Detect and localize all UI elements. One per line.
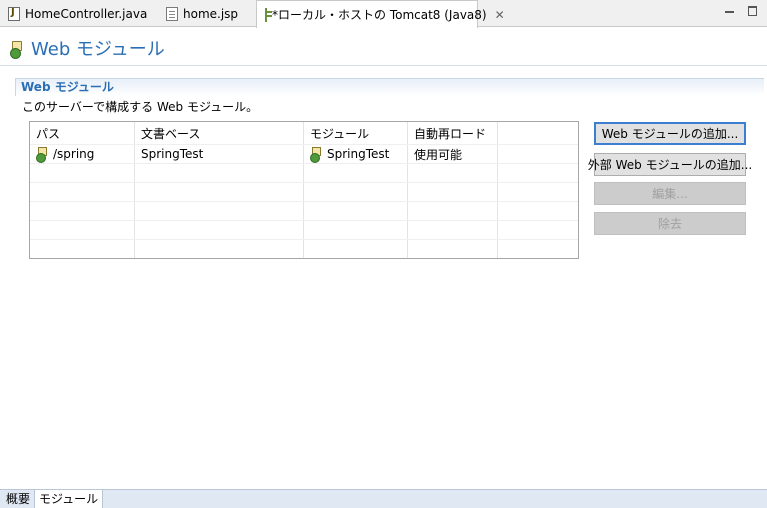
column-header-doc-base[interactable]: 文書ベース (135, 122, 304, 144)
web-module-icon (36, 147, 48, 163)
window-controls (725, 6, 757, 16)
editor-title: Web モジュール (31, 39, 165, 60)
tab-label: *ローカル・ホストの Tomcat8 (Java8) (272, 8, 487, 22)
cell-doc-base: SpringTest (135, 145, 304, 163)
tab-home-controller[interactable]: HomeController.java (0, 0, 153, 27)
table-row-empty (30, 182, 578, 201)
table-row[interactable]: /spring SpringTest SpringTest 使用可能 (30, 144, 578, 163)
jsp-file-icon (166, 6, 178, 21)
table-row-empty (30, 239, 578, 258)
java-file-icon (8, 6, 20, 21)
table-header: パス 文書ベース モジュール 自動再ロード (30, 122, 578, 144)
minimize-icon[interactable] (725, 6, 734, 15)
table-row-empty (30, 163, 578, 182)
tab-label: HomeController.java (25, 6, 148, 21)
web-module-icon (10, 41, 23, 59)
cell-filler (498, 145, 578, 163)
module-value: SpringTest (327, 147, 390, 161)
tab-home-jsp[interactable]: home.jsp (158, 0, 244, 27)
section-description: このサーバーで構成する Web モジュール。 (22, 100, 259, 114)
add-external-web-module-button[interactable]: 外部 Web モジュールの追加... (588, 153, 752, 176)
maximize-icon[interactable] (748, 6, 757, 16)
editor-page-tabs: 概要 モジュール (0, 489, 767, 508)
cell-auto-reload: 使用可能 (408, 145, 498, 163)
section-header[interactable]: Web モジュール (15, 78, 764, 96)
table-row-empty (30, 220, 578, 239)
cell-path: /spring (30, 145, 135, 163)
editor-tab-bar: HomeController.java home.jsp *ローカル・ホストの … (0, 0, 767, 28)
path-value: /spring (53, 147, 95, 161)
tab-modules[interactable]: モジュール (34, 490, 104, 508)
column-header-filler (498, 122, 578, 144)
tab-overview[interactable]: 概要 (2, 490, 34, 508)
tab-label: home.jsp (183, 6, 239, 21)
column-header-module[interactable]: モジュール (304, 122, 408, 144)
web-module-icon (310, 147, 322, 163)
table-row-empty (30, 201, 578, 220)
section-title: Web モジュール (21, 80, 114, 94)
web-modules-table[interactable]: パス 文書ベース モジュール 自動再ロード /spring SpringTest… (29, 121, 579, 259)
add-web-module-button[interactable]: Web モジュールの追加... (594, 122, 746, 145)
close-tab-icon[interactable]: ✕ (495, 8, 505, 22)
editor-header: Web モジュール (0, 28, 767, 66)
remove-button[interactable]: 除去 (594, 212, 746, 235)
server-icon (265, 7, 272, 22)
edit-button[interactable]: 編集... (594, 182, 746, 205)
tab-server-config[interactable]: *ローカル・ホストの Tomcat8 (Java8) ✕ (256, 0, 505, 28)
column-header-auto-reload[interactable]: 自動再ロード (408, 122, 498, 144)
column-header-path[interactable]: パス (30, 122, 135, 144)
cell-module: SpringTest (304, 145, 408, 163)
